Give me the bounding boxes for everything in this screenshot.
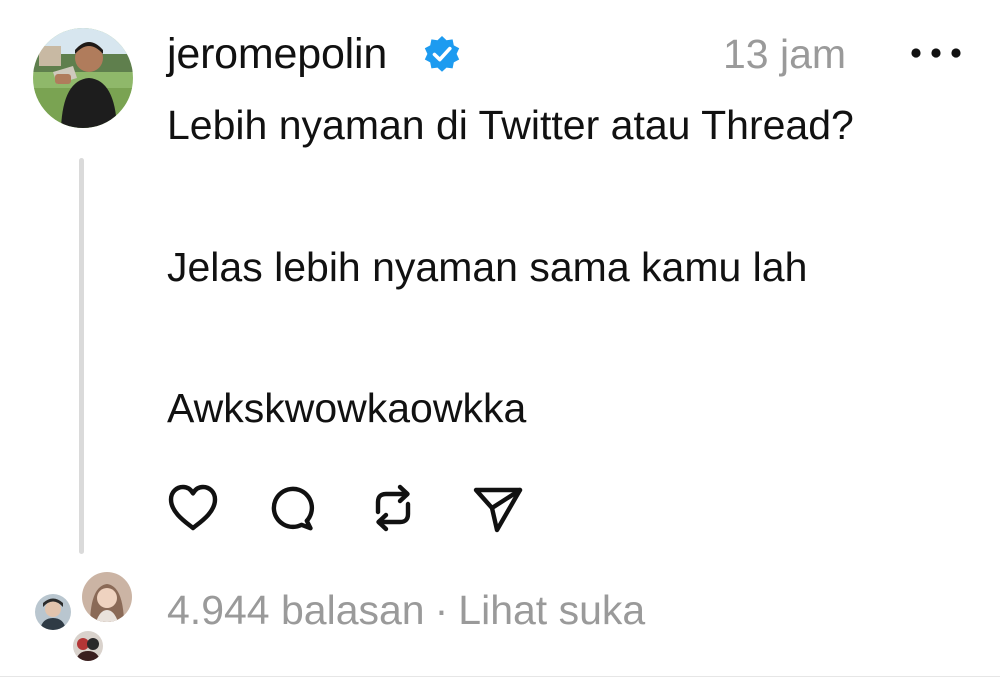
more-horizontal-icon[interactable]: [906, 36, 966, 70]
replies-count-link[interactable]: 4.944 balasan: [167, 587, 425, 633]
post-text-line: Awkskwowkaowkka: [167, 385, 527, 431]
replier-avatar: [71, 629, 105, 663]
verified-badge-icon: [424, 36, 460, 72]
view-likes-link[interactable]: Lihat suka: [458, 587, 645, 633]
replier-avatar: [33, 592, 73, 632]
author-avatar[interactable]: [33, 28, 133, 128]
post-text-line: Lebih nyaman di Twitter atau Thread?: [167, 102, 854, 148]
comment-icon[interactable]: [262, 478, 322, 538]
post-timestamp: 13 jam: [723, 31, 847, 77]
send-icon[interactable]: [468, 478, 528, 538]
separator: ·: [434, 587, 449, 633]
author-username[interactable]: jeromepolin: [167, 26, 387, 82]
replier-avatar: [80, 570, 134, 624]
replies-summary: 4.944 balasan · Lihat suka: [167, 583, 645, 637]
thread-line: [79, 158, 84, 554]
repost-icon[interactable]: [363, 478, 423, 538]
post-text-line: Jelas lebih nyaman sama kamu lah: [167, 244, 808, 290]
heart-icon[interactable]: [163, 478, 223, 538]
divider: [0, 676, 1000, 677]
